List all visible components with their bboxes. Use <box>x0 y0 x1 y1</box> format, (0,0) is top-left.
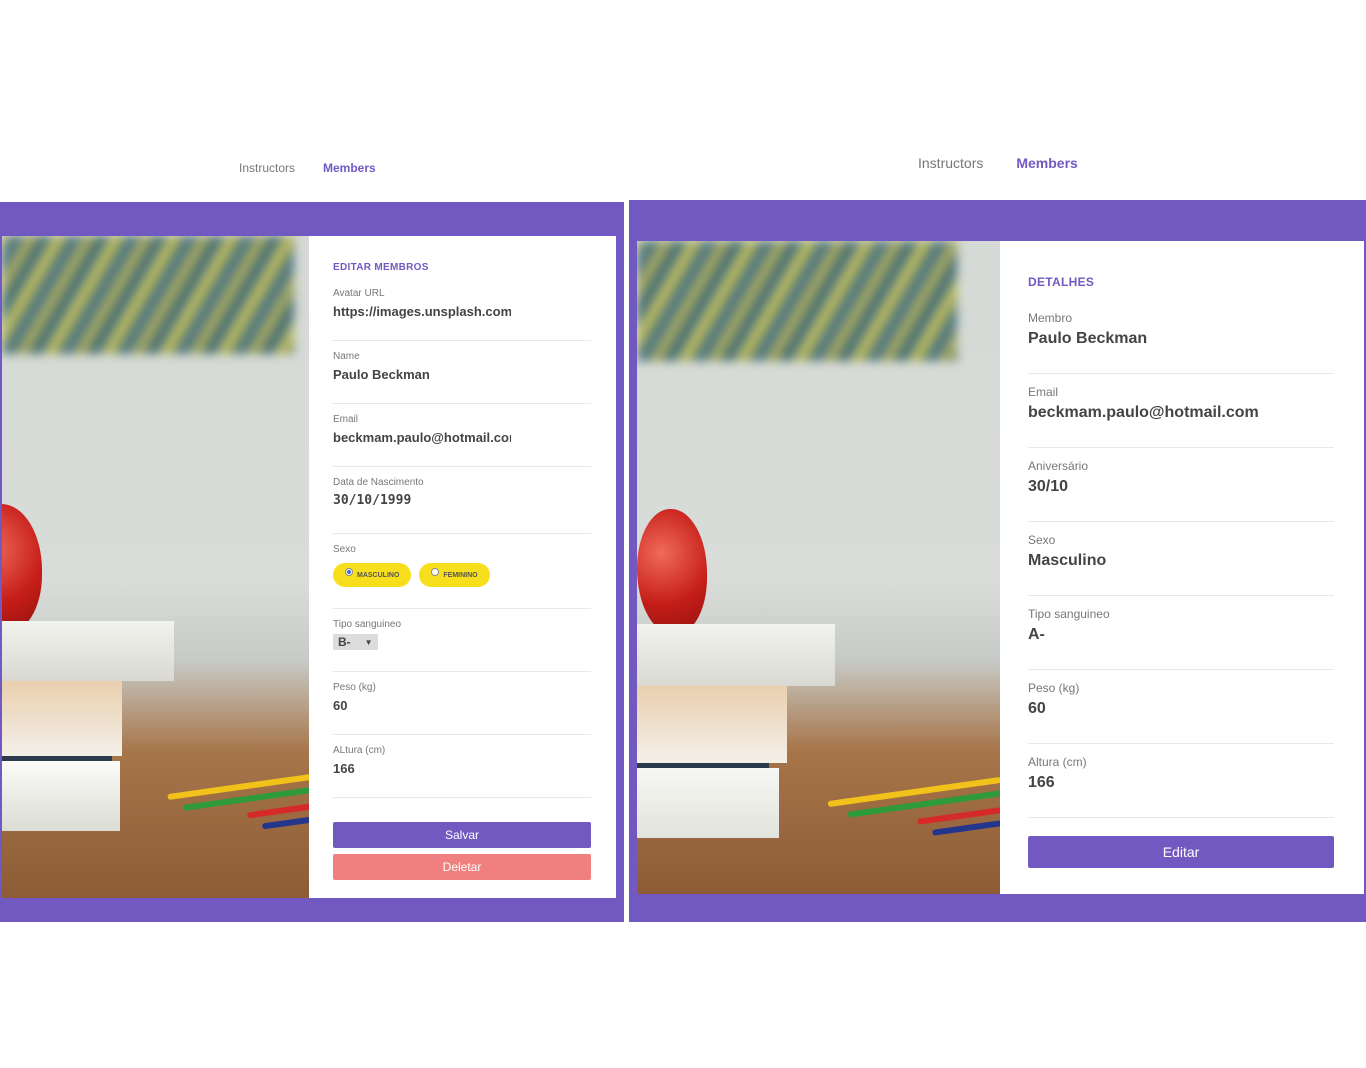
member-card: EDITAR MEMBROS Avatar URL https://images… <box>2 236 616 898</box>
book-graphic <box>637 686 787 763</box>
save-button[interactable]: Salvar <box>333 822 591 848</box>
email-value: beckmam.paulo@hotmail.com <box>1028 404 1259 421</box>
gender-label: Sexo <box>1028 533 1056 547</box>
blood-type-value: A- <box>1028 626 1045 643</box>
birthday-value: 30/10 <box>1028 478 1069 495</box>
member-value: Paulo Beckman <box>1028 330 1148 347</box>
gender-item: Sexo Masculino <box>1028 533 1334 596</box>
avatar-image <box>637 241 1000 894</box>
book-graphic <box>637 624 835 686</box>
birth-date-input[interactable]: 30/10/1999 <box>333 493 591 508</box>
weight-value: 60 <box>1028 700 1046 717</box>
avatar-url-input[interactable]: https://images.unsplash.com/photo <box>333 304 511 319</box>
edit-member-screen: Instructors Members EDITAR MEMBROS Avata… <box>0 0 624 1068</box>
email-field[interactable]: Email beckmam.paulo@hotmail.com <box>333 414 591 467</box>
caret-down-icon: ▼ <box>364 637 373 647</box>
edit-button[interactable]: Editar <box>1028 836 1334 868</box>
weight-input[interactable]: 60 <box>333 698 511 713</box>
pencil-graphic <box>931 820 1000 836</box>
blood-type-label: Tipo sanguineo <box>333 619 402 630</box>
nav-link-instructors[interactable]: Instructors <box>239 161 295 175</box>
gender-field: Sexo MASCULINO FEMININO <box>333 544 591 609</box>
email-label: Email <box>333 414 359 425</box>
pencil-graphic <box>261 816 309 830</box>
nav-link-instructors[interactable]: Instructors <box>918 155 983 171</box>
email-label: Email <box>1028 385 1059 399</box>
painting-graphic <box>637 241 957 361</box>
avatar-url-field[interactable]: Avatar URL https://images.unsplash.com/p… <box>333 288 591 341</box>
nav-link-members[interactable]: Members <box>323 161 376 175</box>
height-value: 166 <box>1028 774 1055 791</box>
member-label: Membro <box>1028 311 1073 325</box>
nav-link-members[interactable]: Members <box>1016 155 1077 171</box>
blood-type-field: Tipo sanguineo B- ▼ <box>333 619 591 672</box>
gender-label: Sexo <box>333 544 356 555</box>
gender-option-masculino[interactable]: MASCULINO <box>333 563 412 587</box>
weight-item: Peso (kg) 60 <box>1028 681 1334 744</box>
pencil-graphic <box>246 803 309 819</box>
gender-value: Masculino <box>1028 552 1107 569</box>
details-title: DETALHES <box>1028 275 1095 289</box>
email-item: Email beckmam.paulo@hotmail.com <box>1028 385 1334 448</box>
weight-label: Peso (kg) <box>333 682 376 693</box>
weight-field[interactable]: Peso (kg) 60 <box>333 682 591 735</box>
blood-type-item: Tipo sanguineo A- <box>1028 607 1334 670</box>
details-pane: DETALHES Membro Paulo Beckman Email beck… <box>1000 241 1364 894</box>
book-graphic <box>2 681 122 756</box>
height-input[interactable]: 166 <box>333 761 511 776</box>
name-field[interactable]: Name Paulo Beckman <box>333 351 591 404</box>
weight-label: Peso (kg) <box>1028 681 1080 695</box>
apple-graphic <box>637 509 707 635</box>
avatar-url-label: Avatar URL <box>333 288 385 299</box>
radio-checked-icon[interactable] <box>345 568 353 576</box>
height-field[interactable]: ALtura (cm) 166 <box>333 745 591 798</box>
book-graphic <box>637 768 779 838</box>
height-label: Altura (cm) <box>1028 755 1087 769</box>
name-label: Name <box>333 351 360 362</box>
gender-option-feminino[interactable]: FEMININO <box>419 563 490 587</box>
blood-type-select[interactable]: B- ▼ <box>333 634 378 650</box>
gender-option-label: FEMININO <box>443 571 478 579</box>
content-background: EDITAR MEMBROS Avatar URL https://images… <box>0 202 624 922</box>
member-item: Membro Paulo Beckman <box>1028 311 1334 374</box>
member-details-screen: Instructors Members DETALHES Membro Paul… <box>629 0 1366 1068</box>
gender-radio-group: MASCULINO FEMININO <box>333 563 591 587</box>
member-card: DETALHES Membro Paulo Beckman Email beck… <box>637 241 1364 894</box>
top-nav: Instructors Members <box>239 161 404 175</box>
edit-form: EDITAR MEMBROS Avatar URL https://images… <box>309 236 616 898</box>
form-title: EDITAR MEMBROS <box>333 262 429 273</box>
height-label: ALtura (cm) <box>333 745 386 756</box>
blood-type-selected-value: B- <box>338 635 351 649</box>
painting-graphic <box>2 236 294 354</box>
gender-option-label: MASCULINO <box>357 571 400 579</box>
content-background: DETALHES Membro Paulo Beckman Email beck… <box>629 200 1366 922</box>
avatar-image <box>2 236 309 898</box>
blood-type-label: Tipo sanguineo <box>1028 607 1110 621</box>
email-input[interactable]: beckmam.paulo@hotmail.com <box>333 430 511 445</box>
delete-button[interactable]: Deletar <box>333 854 591 880</box>
radio-unchecked-icon[interactable] <box>431 568 440 576</box>
top-nav: Instructors Members <box>918 155 1111 171</box>
birthday-item: Aniversário 30/10 <box>1028 459 1334 522</box>
birthday-label: Aniversário <box>1028 459 1089 473</box>
birth-date-field[interactable]: Data de Nascimento 30/10/1999 <box>333 477 591 534</box>
birth-date-label: Data de Nascimento <box>333 477 424 488</box>
book-graphic <box>2 621 174 681</box>
name-input[interactable]: Paulo Beckman <box>333 367 511 382</box>
apple-graphic <box>2 504 42 634</box>
height-item: Altura (cm) 166 <box>1028 755 1334 818</box>
book-graphic <box>2 761 120 831</box>
